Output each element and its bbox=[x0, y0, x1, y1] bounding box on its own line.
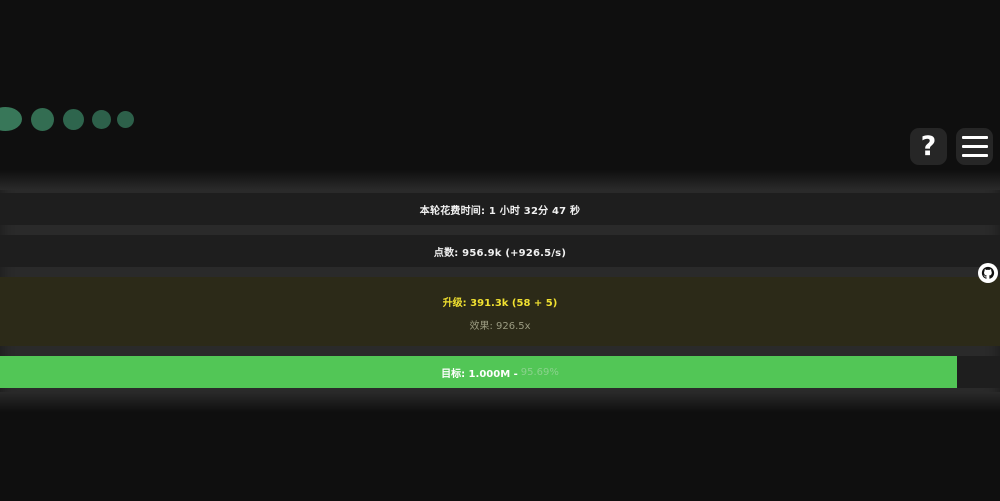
menu-button[interactable] bbox=[956, 128, 993, 165]
github-cat-icon[interactable] bbox=[978, 263, 998, 283]
decor-dot bbox=[63, 109, 84, 130]
hamburger-menu-icon bbox=[961, 136, 988, 157]
decor-dot bbox=[0, 107, 22, 131]
decor-dot bbox=[92, 110, 111, 129]
time-spent-row: 本轮花费时间: 1 小时 32分 47 秒 bbox=[0, 193, 1000, 225]
goal-percent: 95.69% bbox=[520, 366, 559, 378]
decor-dot bbox=[117, 111, 134, 128]
goal-progress-bar: 目标: 1.000M - 95.69% bbox=[0, 356, 1000, 388]
time-spent-text: 本轮花费时间: 1 小时 32分 47 秒 bbox=[419, 205, 581, 217]
points-row: 点数: 956.9k (+926.5/s) bbox=[0, 235, 1000, 267]
decor-dot bbox=[31, 108, 54, 131]
upgrade-cost-text: 升级: 391.3k (58 + 5) bbox=[442, 298, 558, 309]
points-text: 点数: 956.9k (+926.5/s) bbox=[433, 247, 567, 259]
question-icon: ? bbox=[920, 131, 937, 162]
upgrade-effect-text: 效果: 926.5x bbox=[469, 321, 531, 332]
goal-text: 目标: 1.000M - 95.69% bbox=[0, 356, 1000, 388]
upgrade-button[interactable]: 升级: 391.3k (58 + 5) 效果: 926.5x bbox=[0, 277, 1000, 346]
game-screen: ? 本轮花费时间: 1 小时 32分 47 秒 点数: 956.9k (+926… bbox=[0, 0, 1000, 501]
goal-label: 目标: 1.000M - bbox=[441, 368, 518, 380]
help-button[interactable]: ? bbox=[910, 128, 947, 165]
